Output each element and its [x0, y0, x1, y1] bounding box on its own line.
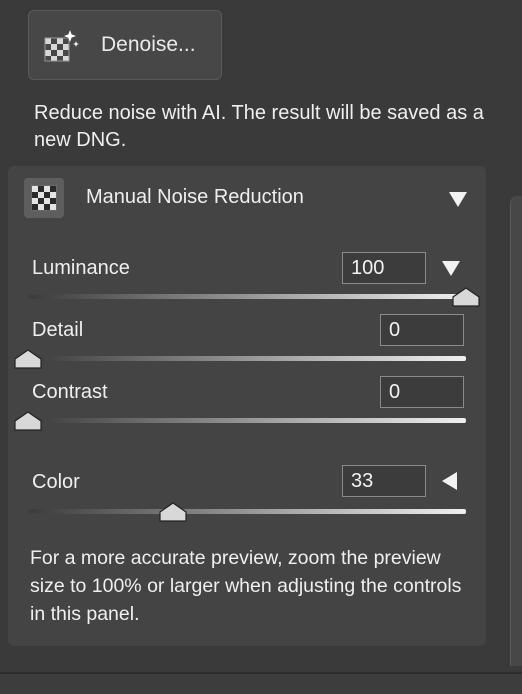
- detail-slider-track[interactable]: [28, 356, 466, 361]
- luminance-label: Luminance: [32, 257, 130, 279]
- color-slider-thumb[interactable]: [158, 502, 188, 522]
- triangle-left-icon[interactable]: [442, 472, 458, 490]
- contrast-value-field[interactable]: 0: [380, 376, 464, 408]
- bottom-bar: [0, 674, 522, 694]
- contrast-label: Contrast: [32, 381, 108, 403]
- luminance-value-field[interactable]: 100: [342, 252, 426, 284]
- manual-noise-reduction-panel: Manual Noise Reduction Luminance 100 Det…: [8, 166, 486, 646]
- detail-label: Detail: [32, 319, 84, 341]
- contrast-slider-track[interactable]: [28, 418, 466, 423]
- triangle-down-icon[interactable]: [448, 190, 468, 208]
- noise-checker-icon: [24, 178, 64, 218]
- detail-value-field[interactable]: 0: [380, 314, 464, 346]
- luminance-slider-thumb[interactable]: [451, 287, 481, 307]
- denoise-button[interactable]: Denoise...: [28, 10, 222, 80]
- panel-title: Manual Noise Reduction: [86, 186, 304, 208]
- denoise-sparkle-icon: [43, 28, 79, 62]
- color-slider-track[interactable]: [28, 509, 466, 514]
- color-label: Color: [32, 471, 80, 493]
- luminance-slider-track[interactable]: [28, 294, 466, 299]
- denoise-description: Reduce noise with AI. The result will be…: [34, 102, 484, 151]
- denoise-label: Denoise...: [101, 33, 196, 56]
- detail-slider-thumb[interactable]: [13, 349, 43, 369]
- scrollbar[interactable]: [510, 196, 522, 666]
- triangle-down-icon[interactable]: [442, 260, 460, 276]
- contrast-slider-thumb[interactable]: [13, 411, 43, 431]
- color-value-field[interactable]: 33: [342, 465, 426, 497]
- preview-hint-text: For a more accurate preview, zoom the pr…: [30, 547, 462, 625]
